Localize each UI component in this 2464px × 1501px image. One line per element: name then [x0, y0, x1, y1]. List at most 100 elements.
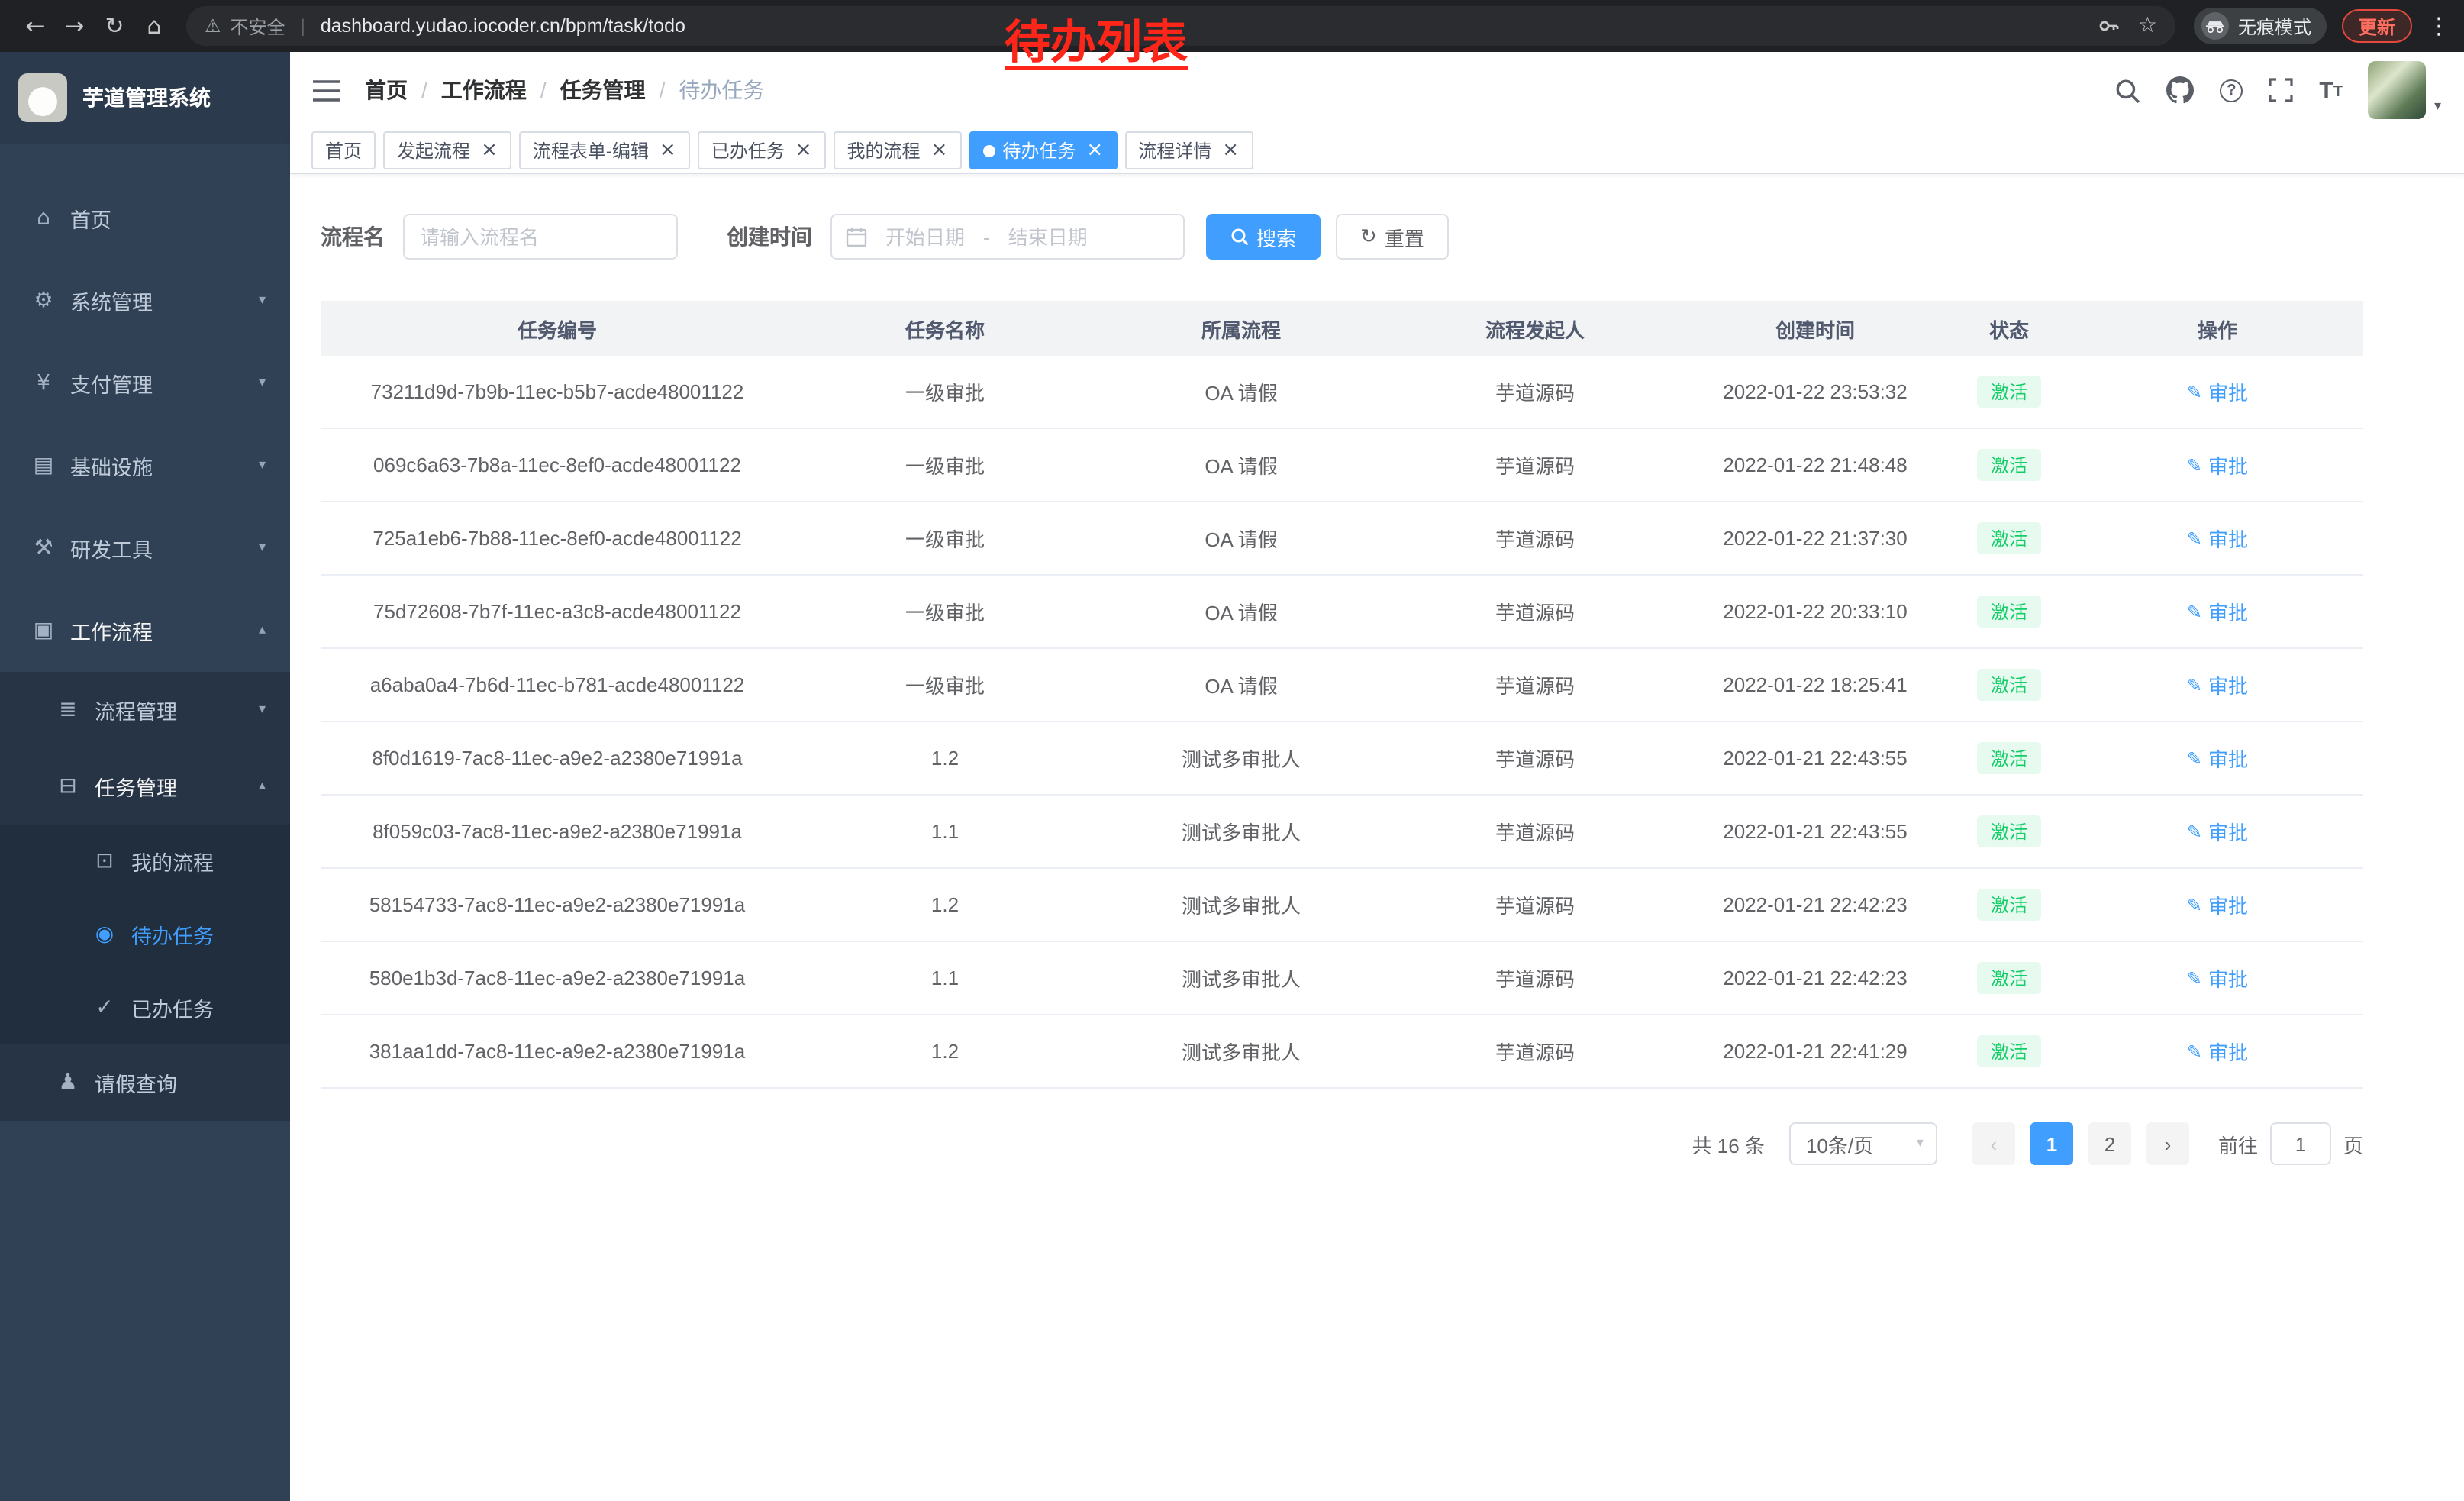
tab-close-icon[interactable]: × — [660, 140, 676, 160]
approve-link[interactable]: ✎ 审批 — [2187, 964, 2248, 993]
tab-1[interactable]: 发起流程 × — [383, 131, 511, 169]
browser-home-icon[interactable]: ⌂ — [134, 12, 174, 40]
breadcrumb-item[interactable]: 待办任务 — [679, 75, 764, 105]
cell-process: OA 请假 — [1096, 524, 1386, 553]
approve-link[interactable]: ✎ 审批 — [2187, 744, 2248, 773]
page-size-select[interactable]: 10条/页 ▾ — [1789, 1122, 1937, 1165]
goto-page-input[interactable] — [2270, 1122, 2331, 1165]
eye-icon: ◉ — [92, 922, 118, 947]
filter-bar: 流程名 创建时间 - — [321, 214, 2433, 260]
sidebar-item-system[interactable]: ⚙ 系统管理 ▾ — [0, 260, 290, 342]
cell-status: 激活 — [1946, 449, 2072, 481]
browser-update-button[interactable]: 更新 — [2342, 9, 2412, 43]
chevron-icon: ▴ — [259, 623, 266, 638]
tab-5[interactable]: 待办任务 × — [969, 131, 1117, 169]
sidebar-item-my-process[interactable]: ⊡ 我的流程 — [0, 825, 290, 898]
approve-link[interactable]: ✎ 审批 — [2187, 670, 2248, 699]
sidebar-item-leave-query[interactable]: ♟ 请假查询 — [0, 1044, 290, 1121]
end-date-input[interactable] — [999, 225, 1097, 248]
column-header-task-name: 任务名称 — [794, 314, 1096, 343]
approve-link[interactable]: ✎ 审批 — [2187, 890, 2248, 919]
cell-task-id: 8f059c03-7ac8-11ec-a9e2-a2380e71991a — [321, 820, 794, 843]
tab-close-icon[interactable]: × — [481, 140, 498, 160]
tab-close-icon[interactable]: × — [1086, 140, 1103, 160]
page-number-button-1[interactable]: 1 — [2030, 1122, 2073, 1165]
approve-link[interactable]: ✎ 审批 — [2187, 1037, 2248, 1066]
breadcrumb-item[interactable]: 首页 — [365, 75, 408, 105]
approve-link[interactable]: ✎ 审批 — [2187, 524, 2248, 553]
tab-close-icon[interactable]: × — [795, 140, 812, 160]
sidebar-item-label: 已办任务 — [131, 993, 214, 1023]
cell-initiator: 芋道源码 — [1386, 524, 1684, 553]
approve-link[interactable]: ✎ 审批 — [2187, 450, 2248, 479]
table-row: 75d72608-7b7f-11ec-a3c8-acde48001122 一级审… — [321, 576, 2363, 649]
page-number-button-2[interactable]: 2 — [2088, 1122, 2131, 1165]
edit-pen-icon: ✎ — [2187, 894, 2202, 915]
browser-reload-icon[interactable]: ↻ — [95, 12, 134, 40]
sidebar-item-workflow[interactable]: ▣ 工作流程 ▴ — [0, 589, 290, 672]
fullscreen-icon[interactable] — [2269, 78, 2293, 102]
tab-0[interactable]: 首页 — [311, 131, 376, 169]
sidebar-item-devtools[interactable]: ⚒ 研发工具 ▾ — [0, 507, 290, 589]
reset-button[interactable]: ↻ 重置 — [1336, 214, 1449, 260]
search-button-icon — [1230, 228, 1249, 246]
date-range-picker[interactable]: - — [830, 214, 1185, 260]
sidebar-item-label: 系统管理 — [70, 286, 153, 316]
breadcrumb-item[interactable]: 工作流程 — [441, 75, 527, 105]
browser-forward-icon[interactable]: → — [55, 12, 95, 40]
table-row: a6aba0a4-7b6d-11ec-b781-acde48001122 一级审… — [321, 649, 2363, 722]
start-date-input[interactable] — [876, 225, 974, 248]
sidebar-item-label: 首页 — [70, 203, 111, 234]
sidebar-item-done-task[interactable]: ✓ 已办任务 — [0, 971, 290, 1044]
cell-status: 激活 — [1946, 522, 2072, 554]
tab-4[interactable]: 我的流程 × — [834, 131, 962, 169]
chevron-icon: ▾ — [259, 541, 266, 556]
sidebar-item-todo-task[interactable]: ◉ 待办任务 — [0, 898, 290, 971]
search-icon[interactable] — [2114, 77, 2140, 103]
sidebar-item-infrastructure[interactable]: ▤ 基础设施 ▾ — [0, 424, 290, 507]
sidebar-item-label: 我的流程 — [131, 846, 214, 876]
breadcrumb-separator: / — [540, 78, 547, 102]
breadcrumb-item[interactable]: 任务管理 — [560, 75, 646, 105]
incognito-badge: 无痕模式 — [2194, 8, 2327, 44]
password-key-icon[interactable] — [2098, 15, 2120, 37]
tab-close-icon[interactable]: × — [1222, 140, 1239, 160]
payment-icon: ¥ — [31, 371, 56, 395]
tab-6[interactable]: 流程详情 × — [1124, 131, 1253, 169]
logo-image — [18, 73, 67, 122]
tab-close-icon[interactable]: × — [931, 140, 948, 160]
search-button[interactable]: 搜索 — [1206, 214, 1321, 260]
font-size-icon[interactable]: TT — [2319, 79, 2343, 102]
avatar-caret-icon[interactable]: ▾ — [2434, 99, 2441, 115]
sidebar-item-home[interactable]: ⌂ 首页 — [0, 177, 290, 260]
process-name-input[interactable] — [403, 214, 678, 260]
github-icon[interactable] — [2166, 76, 2194, 104]
navbar-tools: ? TT ▾ — [2114, 61, 2441, 119]
help-icon[interactable]: ? — [2220, 79, 2243, 102]
sidebar-toggle-icon[interactable] — [313, 79, 340, 102]
sidebar-item-task-manage[interactable]: ⊟ 任务管理 ▴ — [0, 748, 290, 825]
cell-actions: ✎ 审批 — [2072, 597, 2363, 626]
tab-2[interactable]: 流程表单-编辑 × — [519, 131, 690, 169]
edit-pen-icon: ✎ — [2187, 1041, 2202, 1062]
browser-menu-icon[interactable]: ⋮ — [2427, 12, 2449, 40]
cell-actions: ✎ 审批 — [2072, 524, 2363, 553]
approve-link[interactable]: ✎ 审批 — [2187, 377, 2248, 406]
browser-back-icon[interactable]: ← — [15, 12, 55, 40]
bookmark-star-icon[interactable]: ☆ — [2138, 14, 2157, 38]
user-avatar[interactable] — [2369, 61, 2427, 119]
cell-actions: ✎ 审批 — [2072, 377, 2363, 406]
cell-initiator: 芋道源码 — [1386, 670, 1684, 699]
edit-pen-icon: ✎ — [2187, 747, 2202, 769]
sidebar-item-payment[interactable]: ¥ 支付管理 ▾ — [0, 342, 290, 424]
approve-link[interactable]: ✎ 审批 — [2187, 817, 2248, 846]
tab-3[interactable]: 已办任务 × — [698, 131, 826, 169]
main-area: 首页 / 工作流程 / 任务管理 / 待办任务 ? — [290, 52, 2464, 1501]
next-page-button[interactable]: › — [2146, 1122, 2189, 1165]
prev-page-button[interactable]: ‹ — [1972, 1122, 2015, 1165]
approve-link[interactable]: ✎ 审批 — [2187, 597, 2248, 626]
cell-status: 激活 — [1946, 815, 2072, 847]
select-caret-icon: ▾ — [1917, 1136, 1924, 1151]
sidebar-item-process-manage[interactable]: ≣ 流程管理 ▾ — [0, 672, 290, 748]
breadcrumb-separator: / — [421, 78, 427, 102]
